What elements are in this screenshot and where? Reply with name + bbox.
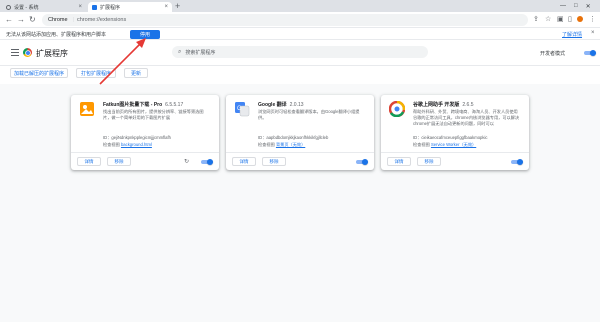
disable-button[interactable]: 停用	[130, 30, 160, 39]
pack-extension-button[interactable]: 打包扩展程序	[76, 68, 116, 78]
svg-text:G: G	[237, 106, 242, 112]
learn-more-link[interactable]: 了解详情	[562, 31, 582, 38]
extension-name: 谷歌上网助手 开发版 2.6.5	[413, 102, 474, 108]
sidepanel-icon[interactable]: ▯	[568, 15, 572, 25]
close-tab-icon[interactable]: ×	[78, 4, 82, 10]
search-icon: ⌕	[178, 48, 182, 55]
profile-avatar[interactable]	[577, 16, 583, 22]
menu-kebab-icon[interactable]: ⋮	[589, 15, 596, 25]
remove-button[interactable]: 移除	[107, 157, 131, 166]
extension-card-google-translate: G Google 翻译 2.0.13 浏览网页时可轻松查看翻译版本。由Google…	[226, 95, 374, 170]
update-button[interactable]: 更新	[124, 68, 148, 78]
tab-strip: 设置 - 系统 × 扩展程序 × + — □ ✕	[0, 0, 600, 12]
google-translate-icon: G	[235, 102, 250, 117]
reload-icon[interactable]: ↻	[29, 15, 36, 25]
tab-title: 设置 - 系统	[14, 4, 39, 11]
enable-toggle[interactable]	[356, 159, 368, 165]
chrome-logo-icon	[23, 48, 32, 57]
remove-button[interactable]: 移除	[417, 157, 441, 166]
search-input[interactable]: ⌕ 搜索扩展程序	[172, 46, 428, 58]
inspect-view-link[interactable]: Service Worker（无效）	[431, 142, 476, 147]
minimize-icon[interactable]: —	[560, 3, 566, 9]
extensions-header: 扩展程序 ⌕ 搜索扩展程序 开发者模式	[0, 40, 600, 66]
maximize-icon[interactable]: □	[574, 3, 578, 9]
close-icon[interactable]: ×	[591, 30, 595, 36]
extension-description: 浏览网页时可轻松查看翻译版本。由Google翻译小组提供。	[258, 109, 360, 120]
inspect-view-link[interactable]: 背景页（无效）	[276, 142, 305, 147]
tab-title: 扩展程序	[100, 4, 121, 11]
extension-id: ID：aapbdbdomjkkjkaonfhkkikfgjllcleb	[258, 135, 329, 140]
menu-icon[interactable]	[11, 49, 19, 56]
extension-card-fatkun: Fatkun图片批量下载 - Pro 6.5.5.17 找出当前页的所有图片，提供…	[71, 95, 219, 170]
new-tab-icon[interactable]: +	[175, 1, 180, 11]
infobar: 无法从该网站添加应用、扩展程序和用户脚本 停用 了解详情 ×	[0, 28, 600, 40]
extension-name: Fatkun图片批量下载 - Pro 6.5.5.17	[103, 102, 184, 108]
extension-id: ID：cieikaeocafmceuepfiggfbaakmopkic	[413, 135, 488, 140]
fatkun-icon	[80, 102, 94, 116]
extensions-puzzle-icon[interactable]: ▣	[557, 15, 564, 25]
devmode-toggle[interactable]	[584, 50, 596, 56]
puzzle-icon	[92, 4, 97, 10]
close-window-icon[interactable]: ✕	[586, 3, 591, 10]
extension-name: Google 翻译 2.0.13	[258, 102, 304, 108]
inspect-views: 检查视图 background.html	[103, 142, 152, 147]
reload-icon[interactable]: ↻	[184, 158, 189, 165]
extension-id: ID：gejiNdnkpnkpplegicmjjjcmmflafh	[103, 135, 171, 140]
close-tab-icon[interactable]: ×	[164, 4, 168, 10]
enable-toggle[interactable]	[511, 159, 523, 165]
extension-description: 找出当前页的所有图片，提供按分辨率、链接等筛选图片，做一个简单好用的下载图片扩展	[103, 109, 204, 120]
separator: |	[72, 17, 74, 23]
divider	[381, 152, 529, 153]
divider	[71, 152, 219, 153]
tab-settings[interactable]: 设置 - 系统 ×	[2, 2, 86, 12]
gear-icon	[6, 4, 11, 10]
back-icon[interactable]: ←	[5, 15, 13, 25]
enable-toggle[interactable]	[201, 159, 213, 165]
details-button[interactable]: 详情	[232, 157, 256, 166]
inspect-views: 检查视图 Service Worker（无效）	[413, 142, 477, 147]
search-placeholder: 搜索扩展程序	[185, 49, 216, 56]
address-bar[interactable]: Chrome | chrome://extensions	[42, 14, 528, 26]
inspect-view-link[interactable]: background.html	[121, 142, 152, 147]
url-text: chrome://extensions	[77, 17, 127, 23]
extension-description: 帮助外科研、外贸、跨境电商、海淘人员、开发人员使用谷歌的正常访问工具，chrom…	[413, 109, 520, 126]
extension-card-google-helper: 谷歌上网助手 开发版 2.6.5 帮助外科研、外贸、跨境电商、海淘人员、开发人员使…	[381, 95, 529, 170]
forward-icon[interactable]: →	[17, 15, 25, 25]
share-icon[interactable]: ⇪	[533, 15, 539, 25]
remove-button[interactable]: 移除	[262, 157, 286, 166]
infobar-message: 无法从该网站添加应用、扩展程序和用户脚本	[6, 32, 107, 38]
chrome-helper-icon	[389, 101, 405, 117]
inspect-views: 检查视图 背景页（无效）	[258, 142, 306, 147]
window-controls: — □ ✕	[560, 0, 591, 12]
devmode-label: 开发者模式	[540, 51, 566, 57]
bookmark-star-icon[interactable]: ☆	[545, 15, 551, 25]
tab-extensions[interactable]: 扩展程序 ×	[88, 2, 172, 12]
chrome-badge: Chrome	[48, 17, 68, 23]
load-unpacked-button[interactable]: 加载已解压的扩展程序	[10, 68, 68, 78]
details-button[interactable]: 详情	[387, 157, 411, 166]
page-title: 扩展程序	[36, 49, 68, 58]
browser-toolbar: ← → ↻ Chrome | chrome://extensions ⇪ ☆ ▣…	[0, 12, 600, 28]
details-button[interactable]: 详情	[77, 157, 101, 166]
divider	[226, 152, 374, 153]
